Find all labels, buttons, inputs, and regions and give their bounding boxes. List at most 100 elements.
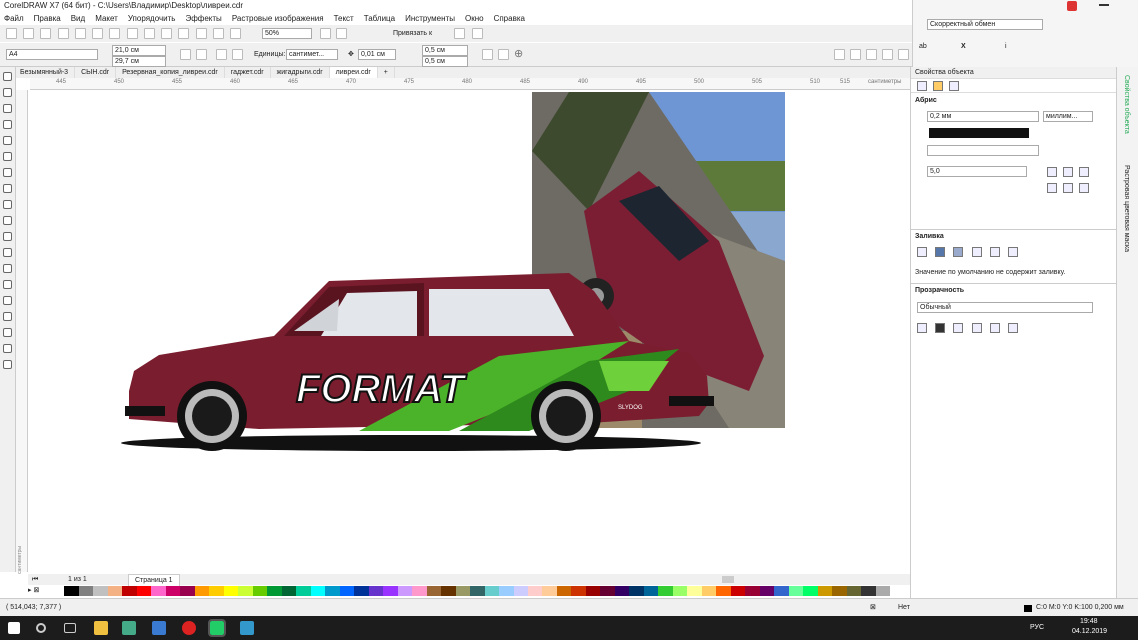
zoom-tool-icon[interactable] [3, 120, 12, 129]
miter-limit-field[interactable]: 5,0 [927, 166, 1027, 177]
smart-fill-icon[interactable] [3, 328, 12, 337]
docker-tab-object-properties[interactable]: Свойства объекта [1123, 75, 1130, 134]
options-icon[interactable] [454, 28, 465, 39]
palette-swatch[interactable] [238, 586, 253, 596]
palette-swatch[interactable] [585, 586, 601, 596]
undo-icon[interactable] [126, 28, 138, 39]
menu-layout[interactable]: Макет [95, 14, 118, 23]
uniform-transparency-icon[interactable] [935, 323, 946, 333]
palette-swatch[interactable] [499, 586, 514, 596]
x-icon[interactable]: X [961, 42, 966, 52]
palette-swatch[interactable] [861, 586, 876, 596]
palette-swatch[interactable] [788, 586, 804, 596]
palette-swatch[interactable] [194, 586, 210, 596]
palette-swatch[interactable] [527, 586, 543, 596]
palette-swatch[interactable] [93, 586, 108, 596]
palette-swatch[interactable] [672, 586, 688, 596]
search-icon[interactable] [36, 623, 46, 633]
tab-doc-1[interactable]: Безымянный-3 [14, 67, 76, 78]
transparency-tool-icon[interactable] [3, 280, 12, 289]
nudge-distance-field[interactable]: 0,01 см [358, 49, 396, 60]
tab-doc-4[interactable]: гаджет.cdr [225, 67, 271, 78]
palette-swatch[interactable] [846, 586, 862, 596]
page-width-field[interactable]: 21,0 см [112, 45, 166, 56]
clock-time[interactable]: 19:48 [1080, 618, 1098, 625]
palette-swatch[interactable] [122, 586, 137, 596]
palette-swatch[interactable] [223, 586, 239, 596]
rulers-icon[interactable] [336, 28, 347, 39]
no-fill-icon[interactable] [917, 247, 927, 257]
import-icon[interactable] [178, 28, 190, 39]
outline-tab-icon[interactable] [917, 81, 927, 91]
palette-swatch[interactable] [455, 586, 471, 596]
align-icon[interactable] [834, 49, 845, 60]
minimize-icon[interactable] [1099, 4, 1109, 6]
opera-icon[interactable] [182, 621, 196, 635]
menu-arrange[interactable]: Упорядочить [128, 14, 176, 23]
palette-swatch[interactable] [571, 586, 586, 596]
palette-swatch[interactable] [542, 586, 557, 596]
new-tab-icon[interactable]: + [378, 67, 395, 78]
corner-icon[interactable] [1063, 167, 1073, 177]
freehand-tool-icon[interactable] [3, 136, 12, 145]
palette-swatch[interactable] [267, 586, 282, 596]
polygon-tool-icon[interactable] [3, 200, 12, 209]
cap-icon[interactable] [1079, 183, 1089, 193]
palette-swatch[interactable] [441, 586, 456, 596]
palette-swatch[interactable] [165, 586, 181, 596]
lock-icon[interactable] [866, 49, 877, 60]
outline-color-swatch[interactable] [929, 128, 1029, 138]
tab-doc-3[interactable]: Резервная_копия_ливреи.cdr [116, 67, 225, 78]
copy-icon[interactable] [92, 28, 104, 39]
drop-shadow-icon[interactable] [3, 264, 12, 273]
snap-to-dropdown[interactable]: Привязать к [393, 29, 432, 39]
page-height-field[interactable]: 29,7 см [112, 56, 166, 67]
palette-swatch[interactable] [832, 586, 847, 596]
palette-swatch[interactable] [600, 586, 615, 596]
connector-tool-icon[interactable] [3, 248, 12, 257]
open-icon[interactable] [23, 28, 35, 39]
palette-swatch[interactable] [136, 586, 152, 596]
pattern-fill-icon[interactable] [971, 247, 982, 257]
all-pages-icon[interactable] [216, 49, 227, 60]
outline-width-field[interactable]: 0,2 мм [927, 111, 1039, 122]
publish-pdf-icon[interactable] [212, 28, 224, 39]
zoom-icon[interactable] [882, 49, 893, 60]
shape-tool-icon[interactable] [3, 88, 12, 97]
cap-icon[interactable] [1047, 183, 1057, 193]
palette-swatch[interactable] [383, 586, 398, 596]
user-icon[interactable] [1067, 1, 1077, 11]
menu-tools[interactable]: Инструменты [405, 14, 455, 23]
palette-swatch[interactable] [817, 586, 833, 596]
palette-swatch[interactable] [470, 586, 485, 596]
palette-swatch[interactable] [107, 586, 123, 596]
bitmap-transparency-icon[interactable] [1008, 323, 1019, 333]
palette-swatch[interactable] [151, 586, 166, 596]
full-screen-icon[interactable] [320, 28, 331, 39]
palette-swatch[interactable] [629, 586, 644, 596]
menu-bitmaps[interactable]: Растровые изображения [232, 14, 324, 23]
zoom-level-select[interactable]: 50% [262, 28, 312, 39]
menu-window[interactable]: Окно [465, 14, 484, 23]
add-icon[interactable]: ⊕ [514, 47, 523, 60]
postscript-fill-icon[interactable] [1008, 247, 1019, 257]
fill-header[interactable]: Заливка [915, 233, 944, 240]
duplicate-x-field[interactable]: 0,5 см [422, 45, 468, 56]
keyboard-language[interactable]: РУС [1030, 624, 1044, 631]
units-select[interactable]: сантимет... [286, 49, 338, 60]
windows-start-icon[interactable] [8, 622, 20, 634]
transparency-header[interactable]: Прозрачность [915, 287, 964, 294]
outline-pen-icon[interactable] [3, 344, 12, 353]
horizontal-scrollbar-thumb[interactable] [722, 576, 734, 583]
search-content-icon[interactable] [161, 28, 173, 39]
fountain-fill-icon[interactable] [953, 247, 964, 257]
palette-swatch[interactable] [64, 586, 79, 596]
palette-swatch[interactable] [701, 586, 717, 596]
fountain-transparency-icon[interactable] [953, 323, 964, 333]
palette-swatch[interactable] [209, 586, 224, 596]
corel-photo-icon[interactable] [240, 621, 254, 635]
palette-swatch[interactable] [325, 586, 340, 596]
palette-no-color[interactable]: ▸ ⊠ [28, 586, 50, 596]
add-tool-icon[interactable] [3, 360, 12, 369]
drawing-canvas[interactable]: FORMAT SLYDOG [29, 91, 910, 572]
